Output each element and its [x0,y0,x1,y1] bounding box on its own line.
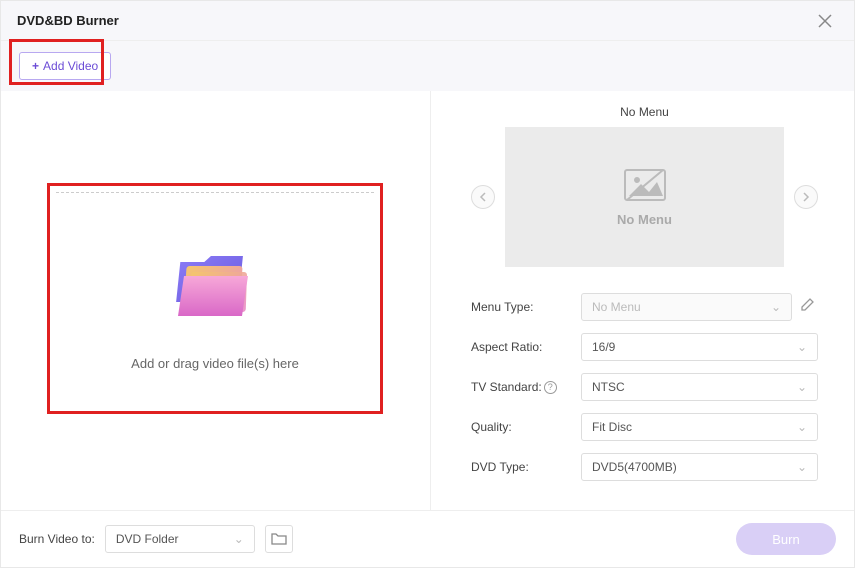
aspect-ratio-value: 16/9 [592,340,615,354]
quality-label: Quality: [471,420,581,434]
setting-row-aspect-ratio: Aspect Ratio: 16/9 ⌄ [471,333,818,361]
aspect-ratio-select[interactable]: 16/9 ⌄ [581,333,818,361]
folder-icon [170,246,260,326]
drop-zone[interactable]: Add or drag video file(s) here [50,186,380,411]
toolbar: + Add Video [1,41,854,91]
burn-to-label: Burn Video to: [19,532,95,546]
setting-row-quality: Quality: Fit Disc ⌄ [471,413,818,441]
chevron-left-icon [479,192,487,202]
burn-button[interactable]: Burn [736,523,836,555]
dvd-type-label: DVD Type: [471,460,581,474]
menu-type-select[interactable]: No Menu ⌄ [581,293,792,321]
tv-standard-select[interactable]: NTSC ⌄ [581,373,818,401]
chevron-down-icon: ⌄ [797,460,807,474]
menu-type-label: Menu Type: [471,300,581,314]
burn-button-label: Burn [772,532,799,547]
image-placeholder-icon [623,168,667,202]
drop-zone-text: Add or drag video file(s) here [50,356,380,371]
folder-outline-icon [271,532,287,546]
plus-icon: + [32,59,39,73]
close-button[interactable] [812,8,838,34]
highlight-box-drop-zone: Add or drag video file(s) here [47,183,383,414]
aspect-ratio-label: Aspect Ratio: [471,340,581,354]
left-panel: Add or drag video file(s) here [1,91,431,510]
setting-row-tv-standard: TV Standard: ? NTSC ⌄ [471,373,818,401]
tv-standard-label: TV Standard: ? [471,380,581,394]
app-window: DVD&BD Burner + Add Video [0,0,855,568]
window-title: DVD&BD Burner [17,13,119,28]
close-icon [818,14,832,28]
quality-select[interactable]: Fit Disc ⌄ [581,413,818,441]
divider [56,192,374,193]
chevron-down-icon: ⌄ [771,300,781,314]
quality-value: Fit Disc [592,420,632,434]
add-video-label: Add Video [43,59,98,73]
menu-preview-title: No Menu [471,105,818,119]
title-bar: DVD&BD Burner [1,1,854,41]
choose-folder-button[interactable] [265,525,293,553]
chevron-down-icon: ⌄ [797,340,807,354]
help-icon[interactable]: ? [544,381,557,394]
footer: Burn Video to: DVD Folder ⌄ Burn [1,511,854,567]
add-video-button[interactable]: + Add Video [19,52,111,80]
chevron-down-icon: ⌄ [797,420,807,434]
burn-to-select[interactable]: DVD Folder ⌄ [105,525,255,553]
edit-menu-button[interactable] [800,297,818,317]
settings-section: Menu Type: No Menu ⌄ Aspect Ratio: 16/9 … [471,293,818,481]
menu-preview-row: No Menu [471,127,818,267]
setting-row-dvd-type: DVD Type: DVD5(4700MB) ⌄ [471,453,818,481]
dvd-type-select[interactable]: DVD5(4700MB) ⌄ [581,453,818,481]
tv-standard-value: NTSC [592,380,625,394]
menu-type-value: No Menu [592,300,641,314]
burn-to-value: DVD Folder [116,532,179,546]
chevron-down-icon: ⌄ [797,380,807,394]
chevron-right-icon [802,192,810,202]
menu-preview[interactable]: No Menu [505,127,784,267]
dvd-type-value: DVD5(4700MB) [592,460,677,474]
prev-menu-button[interactable] [471,185,495,209]
chevron-down-icon: ⌄ [234,532,244,546]
setting-row-menu-type: Menu Type: No Menu ⌄ [471,293,818,321]
main-area: Add or drag video file(s) here No Menu [1,91,854,511]
menu-preview-placeholder: No Menu [617,212,672,227]
next-menu-button[interactable] [794,185,818,209]
pencil-icon [800,297,815,312]
right-panel: No Menu No Menu [431,91,854,510]
